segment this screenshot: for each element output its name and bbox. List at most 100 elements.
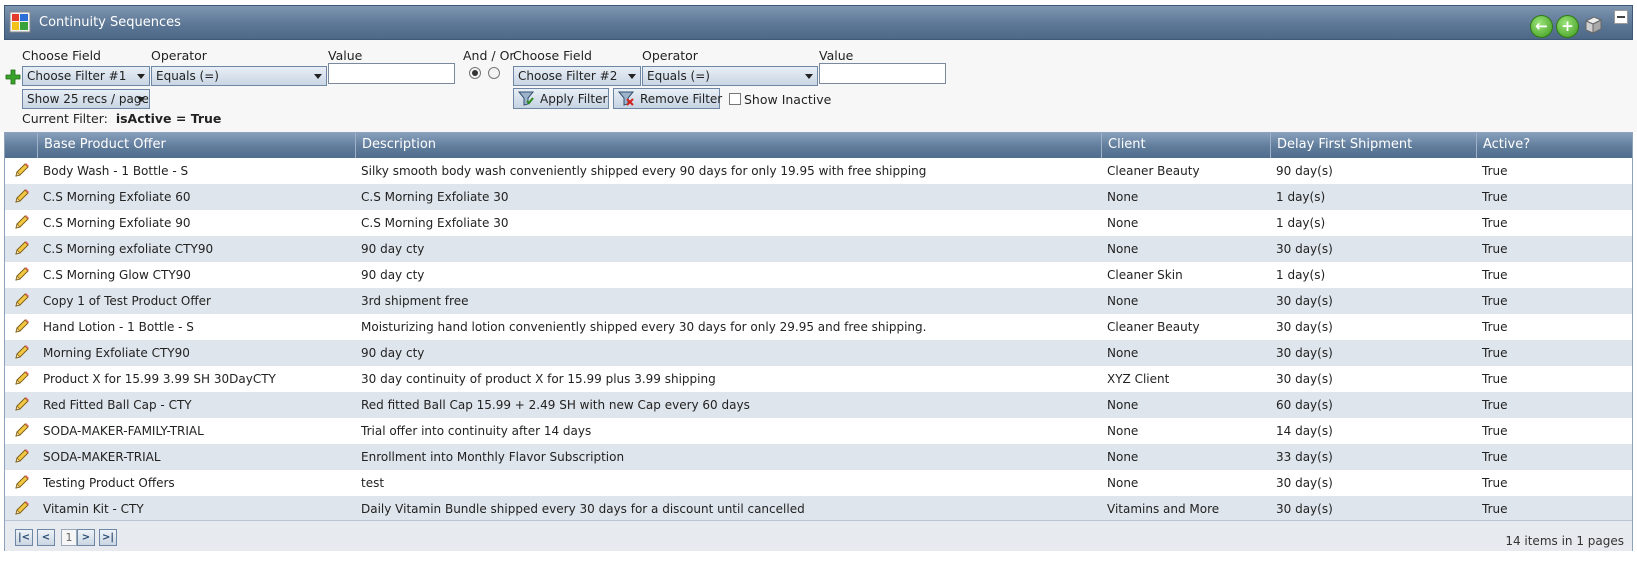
cell-client: Cleaner Skin bbox=[1107, 268, 1183, 282]
table-row[interactable]: Hand Lotion - 1 Bottle - S Moisturizing h… bbox=[5, 314, 1632, 340]
current-page[interactable]: 1 bbox=[61, 529, 77, 546]
add-button[interactable]: + bbox=[1556, 15, 1579, 38]
pencil-edit-icon[interactable] bbox=[13, 500, 30, 517]
first-page-button[interactable]: |< bbox=[15, 529, 33, 546]
pencil-edit-icon[interactable] bbox=[13, 474, 30, 491]
filter-value-input-2[interactable] bbox=[819, 63, 946, 84]
filter-panel: Choose Field Operator Value Choose Filte… bbox=[0, 40, 1637, 132]
back-button[interactable]: ← bbox=[1530, 15, 1553, 38]
plus-icon: + bbox=[1561, 17, 1574, 35]
pencil-edit-icon[interactable] bbox=[13, 240, 30, 257]
cell-delay-first-shipment: 30 day(s) bbox=[1276, 346, 1333, 360]
pencil-edit-icon[interactable] bbox=[13, 266, 30, 283]
table-row[interactable]: C.S Morning exfoliate CTY90 90 day cty Non… bbox=[5, 236, 1632, 262]
table-row[interactable]: Testing Product Offers test None 30 day(s) T… bbox=[5, 470, 1632, 496]
current-filter-value: isActive = True bbox=[115, 111, 222, 126]
table-row[interactable]: C.S Morning Exfoliate 60 C.S Morning Exfo… bbox=[5, 184, 1632, 210]
cell-description: Moisturizing hand lotion conveniently sh… bbox=[361, 320, 927, 334]
page-size-select[interactable]: Show 25 recs / page bbox=[22, 89, 150, 109]
header-client[interactable]: Client bbox=[1101, 133, 1270, 158]
or-radio[interactable] bbox=[488, 67, 500, 79]
cell-active: True bbox=[1482, 164, 1508, 178]
filter-operator-value-1: Equals (=) bbox=[156, 69, 219, 83]
table-row[interactable]: Product X for 15.99 3.99 SH 30DayCTY 30 d… bbox=[5, 366, 1632, 392]
cell-active: True bbox=[1482, 398, 1508, 412]
cell-description: test bbox=[361, 476, 385, 490]
funnel-apply-icon bbox=[518, 91, 534, 106]
pencil-edit-icon[interactable] bbox=[13, 188, 30, 205]
minimize-button[interactable] bbox=[1614, 10, 1628, 24]
header-delay-first-shipment[interactable]: Delay First Shipment bbox=[1270, 133, 1476, 158]
show-inactive-checkbox[interactable] bbox=[729, 93, 741, 105]
offers-grid: Base Product Offer Description Client De… bbox=[4, 132, 1633, 551]
table-row[interactable]: Vitamin Kit - CTY Daily Vitamin Bundle sh… bbox=[5, 496, 1632, 522]
table-row[interactable]: Red Fitted Ball Cap - CTY Red fitted Ball… bbox=[5, 392, 1632, 418]
filter-operator-select-1[interactable]: Equals (=) bbox=[151, 66, 327, 86]
value-label-1: Value bbox=[328, 48, 363, 63]
cell-delay-first-shipment: 30 day(s) bbox=[1276, 242, 1333, 256]
pencil-edit-icon[interactable] bbox=[13, 448, 30, 465]
pencil-edit-icon[interactable] bbox=[13, 214, 30, 231]
header-active[interactable]: Active? bbox=[1476, 133, 1632, 158]
filter-value-input-1[interactable] bbox=[328, 63, 455, 84]
table-row[interactable]: SODA-MAKER-FAMILY-TRIAL Trial offer into … bbox=[5, 418, 1632, 444]
apply-filter-button[interactable]: Apply Filter bbox=[513, 88, 609, 109]
cell-description: 30 day continuity of product X for 15.99… bbox=[361, 372, 716, 386]
and-radio[interactable] bbox=[469, 67, 481, 79]
filter-operator-select-2[interactable]: Equals (=) bbox=[642, 66, 818, 86]
pencil-edit-icon[interactable] bbox=[13, 370, 30, 387]
table-row[interactable]: Morning Exfoliate CTY90 90 day cty None 30 … bbox=[5, 340, 1632, 366]
cell-delay-first-shipment: 33 day(s) bbox=[1276, 450, 1333, 464]
next-page-button[interactable]: > bbox=[77, 529, 95, 546]
cell-delay-first-shipment: 30 day(s) bbox=[1276, 294, 1333, 308]
cell-description: C.S Morning Exfoliate 30 bbox=[361, 216, 509, 230]
pencil-edit-icon[interactable] bbox=[13, 344, 30, 361]
last-page-button[interactable]: >| bbox=[99, 529, 117, 546]
pencil-edit-icon[interactable] bbox=[13, 318, 30, 335]
filter-field-select-1[interactable]: Choose Filter #1 bbox=[22, 66, 150, 86]
cell-delay-first-shipment: 30 day(s) bbox=[1276, 372, 1333, 386]
table-row[interactable]: Body Wash - 1 Bottle - S Silky smooth bod… bbox=[5, 158, 1632, 184]
cell-client: None bbox=[1107, 346, 1139, 360]
cell-client: None bbox=[1107, 294, 1139, 308]
table-row[interactable]: C.S Morning Exfoliate 90 C.S Morning Exfo… bbox=[5, 210, 1632, 236]
cell-description: C.S Morning Exfoliate 30 bbox=[361, 190, 509, 204]
operator-label-1: Operator bbox=[151, 48, 207, 63]
cell-active: True bbox=[1482, 216, 1508, 230]
cell-base-product-offer: C.S Morning exfoliate CTY90 bbox=[43, 242, 214, 256]
remove-filter-label: Remove Filter bbox=[640, 92, 723, 106]
cell-description: Silky smooth body wash conveniently ship… bbox=[361, 164, 927, 178]
filter-field-select-2[interactable]: Choose Filter #2 bbox=[513, 66, 641, 86]
chevron-down-icon bbox=[805, 74, 813, 79]
pager-summary: 14 items in 1 pages bbox=[1505, 534, 1624, 548]
funnel-remove-icon bbox=[618, 91, 634, 106]
pencil-edit-icon[interactable] bbox=[13, 162, 30, 179]
add-filter-plus-icon[interactable] bbox=[5, 69, 21, 85]
cell-client: XYZ Client bbox=[1107, 372, 1170, 386]
grid-pager: |< < 1 > >| 14 items in 1 pages bbox=[5, 520, 1632, 551]
current-filter-label: Current Filter: bbox=[22, 111, 108, 126]
table-row[interactable]: SODA-MAKER-TRIAL Enrollment into Monthly … bbox=[5, 444, 1632, 470]
show-inactive-label: Show Inactive bbox=[744, 92, 832, 107]
cell-description: 90 day cty bbox=[361, 346, 425, 360]
pencil-edit-icon[interactable] bbox=[13, 396, 30, 413]
cell-base-product-offer: Hand Lotion - 1 Bottle - S bbox=[43, 320, 194, 334]
cell-client: None bbox=[1107, 190, 1139, 204]
cell-active: True bbox=[1482, 294, 1508, 308]
cell-active: True bbox=[1482, 424, 1508, 438]
chevron-down-icon bbox=[137, 74, 145, 79]
box-icon[interactable] bbox=[1583, 15, 1603, 35]
pencil-edit-icon[interactable] bbox=[13, 422, 30, 439]
cell-base-product-offer: C.S Morning Exfoliate 60 bbox=[43, 190, 191, 204]
remove-filter-button[interactable]: Remove Filter bbox=[613, 88, 723, 109]
cell-base-product-offer: Copy 1 of Test Product Offer bbox=[43, 294, 211, 308]
table-row[interactable]: Copy 1 of Test Product Offer 3rd shipment… bbox=[5, 288, 1632, 314]
cell-base-product-offer: Product X for 15.99 3.99 SH 30DayCTY bbox=[43, 372, 276, 386]
pencil-edit-icon[interactable] bbox=[13, 292, 30, 309]
table-row[interactable]: C.S Morning Glow CTY90 90 day cty Cleaner … bbox=[5, 262, 1632, 288]
grid-header: Base Product Offer Description Client De… bbox=[5, 133, 1632, 158]
prev-page-button[interactable]: < bbox=[37, 529, 55, 546]
header-description[interactable]: Description bbox=[355, 133, 1101, 158]
cell-base-product-offer: C.S Morning Glow CTY90 bbox=[43, 268, 191, 282]
header-base-product-offer[interactable]: Base Product Offer bbox=[37, 133, 355, 158]
